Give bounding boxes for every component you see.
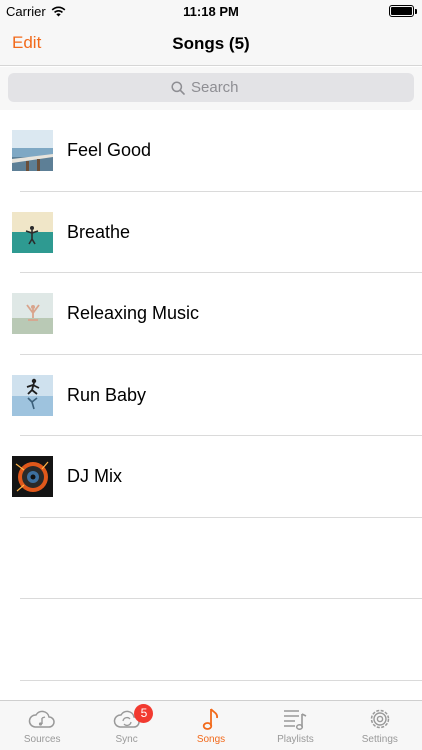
tab-label: Sync [115,734,138,745]
battery-icon [389,5,417,17]
playlist-icon [284,710,307,730]
page-title: Songs (5) [172,34,250,53]
tab-settings[interactable]: Settings [338,701,422,750]
song-row-breathe[interactable]: Breathe [0,192,422,273]
yoga-mist-icon [12,293,53,334]
song-title: Run Baby [67,384,147,405]
song-list: Feel Good Breathe Releaxing Music Run Ba… [0,110,422,681]
tab-label: Songs [196,734,226,745]
song-title: DJ Mix [67,466,122,486]
tab-label: Playlists [277,734,314,745]
row-divider [20,679,422,681]
music-note-icon [202,708,219,730]
tab-bar: Sources 5 Sync Songs Playlists Settings [0,700,422,750]
search-bar[interactable] [8,73,414,102]
gear-icon [370,709,390,729]
tab-songs[interactable]: Songs [169,701,253,750]
tab-label: Settings [361,734,398,745]
song-row-dj-mix[interactable]: DJ Mix [0,436,422,518]
search-input[interactable] [191,79,251,96]
song-title: Releaxing Music [67,303,200,323]
fiery-speaker-icon [12,456,53,497]
tab-sources[interactable]: Sources [0,701,84,750]
cloud-music-icon [28,710,55,728]
empty-row [0,599,422,681]
song-row-releaxing-music[interactable]: Releaxing Music [0,273,422,355]
sync-badge: 5 [134,704,154,723]
status-time: 11:18 PM [183,4,239,19]
song-row-feel-good[interactable]: Feel Good [0,110,422,192]
search-icon [171,80,185,95]
tab-playlists[interactable]: Playlists [253,701,337,750]
tab-label: Sources [23,734,61,745]
search-area [0,67,422,110]
navigation-bar: Edit Songs (5) [0,22,422,66]
empty-row [0,518,422,599]
runner-reflection-icon [12,374,53,416]
tab-sync[interactable]: 5 Sync [84,701,168,750]
meditation-sea-icon [12,211,53,253]
pier-sky-icon [12,130,53,171]
song-title: Breathe [67,221,131,242]
song-title: Feel Good [67,140,152,160]
song-row-run-baby[interactable]: Run Baby [0,355,422,436]
status-bar: Carrier 11:18 PM [0,0,422,22]
